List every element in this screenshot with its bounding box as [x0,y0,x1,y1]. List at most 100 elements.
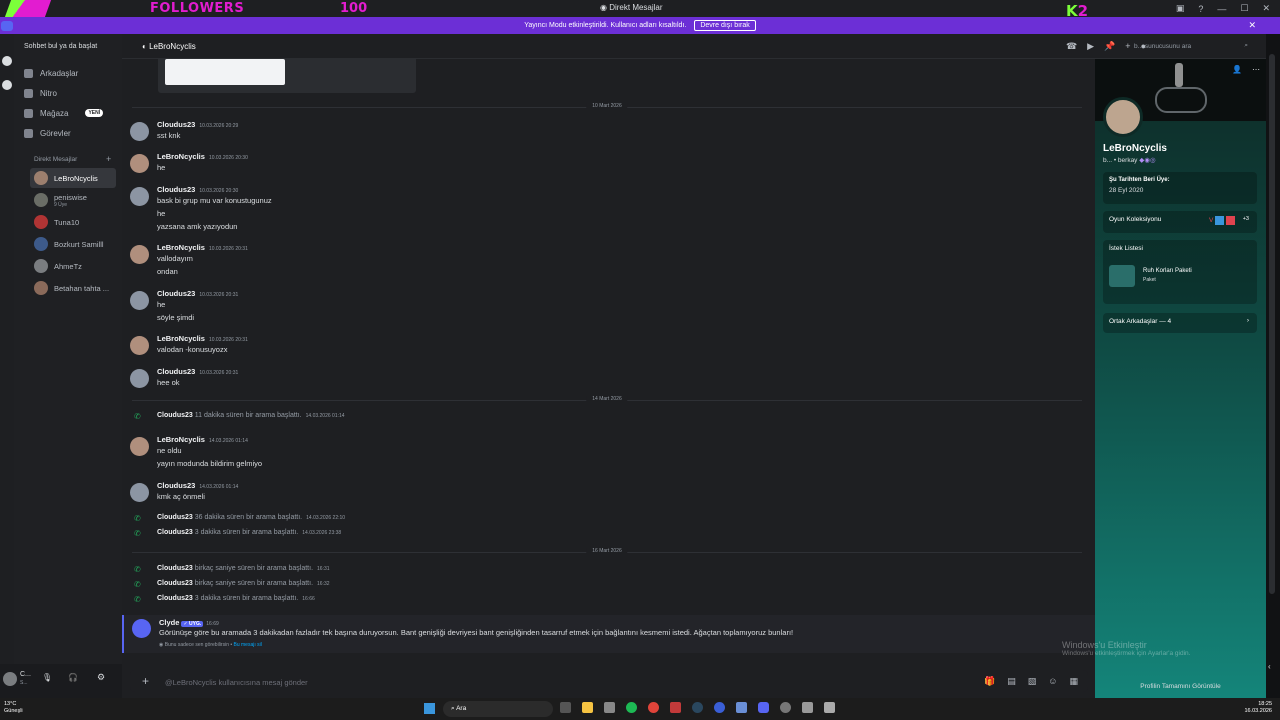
message[interactable]: LeBroNcyclis 10.03.2026 20:30 he [122,152,1082,180]
dm-item-ahmetz[interactable]: AhmeTz [30,256,116,276]
profile-avatar[interactable] [1103,97,1143,137]
windows-start-icon[interactable] [424,703,435,714]
taskbar-search[interactable]: ⌕ Ara [443,701,553,717]
message[interactable]: Cloudus23 10.03.2026 20:31 he söyle şimdi [122,289,1082,323]
app-icon[interactable] [802,702,813,713]
mutual-friends-card[interactable]: Ortak Arkadaşlar — 4 › [1103,313,1257,333]
minimize-button[interactable]: — [1217,4,1226,14]
dm-item-lebroncyclis[interactable]: LeBroNcyclis [30,168,116,188]
video-call-icon[interactable]: ▶ [1087,41,1094,52]
app-icon[interactable] [714,702,725,713]
upload-plus-icon[interactable]: + [142,674,149,688]
gift-icon[interactable]: 🎁 [984,676,995,687]
date-divider-label: 10 Mart 2026 [586,103,628,109]
watermark-title: Windows'u Etkinleştir [1062,640,1147,650]
discord-icon[interactable] [758,702,769,713]
nav-friends[interactable]: Arkadaşlar [20,65,120,81]
banner-text: Yayıncı Modu etkinleştirildi. Kullanıcı … [524,22,687,29]
message[interactable]: LeBroNcyclis 14.03.2026 01:14 ne oldu yayın… [122,435,1082,469]
call-timestamp: 16:66 [302,596,315,602]
call-text: Cloudus23 birkaç saniye süren bir arama … [157,580,330,587]
emoji-icon[interactable]: ☺ [1048,676,1057,687]
message[interactable]: Cloudus23 10.03.2026 20:30 bask bi grup mu… [122,185,1082,233]
apps-icon[interactable]: ▦ [1069,676,1078,687]
search-input[interactable]: b... sunucusunu ara ⌕ [1128,40,1252,54]
more-options-icon[interactable]: ⋯ [1252,65,1260,74]
maximize-button[interactable]: ☐ [1240,3,1248,14]
dismiss-message-link[interactable]: Bu mesajı sil [234,642,262,648]
banner-close-icon[interactable]: ✕ [1248,20,1256,31]
app-icon[interactable] [604,702,615,713]
find-conversation-input[interactable]: Sohbet bul ya da başlat [20,41,118,55]
system-tray[interactable]: 18:25 16.03.2026 [1244,701,1272,715]
clyde-system-message[interactable]: Clyde ✓ UYG. 16:69 Görünüşe göre bu aramad… [122,615,1095,653]
app-icon[interactable] [736,702,747,713]
phone-icon: ✆ [134,595,141,604]
game-collection-card[interactable]: Oyun Koleksiyonu V +3 [1103,211,1257,233]
spotify-icon[interactable] [626,702,637,713]
dm-item-betahan[interactable]: Betahan tahta ... [30,278,116,298]
close-button[interactable]: ✕ [1262,3,1270,14]
wishlist-item-name: Ruh Korları Paketi [1143,268,1192,274]
avatar [130,336,149,355]
scrollbar-thumb[interactable] [1269,54,1275,594]
dm-item-name: peniswise [54,192,87,202]
app-icon[interactable] [670,702,681,713]
disable-streamer-mode-button[interactable]: Devre dışı bırak [694,20,756,31]
message[interactable]: Cloudus23 10.03.2026 20:29 sst knk [122,120,1082,148]
dm-item-bozkurt[interactable]: Bozkurt Samilll [30,234,116,254]
steam-icon[interactable] [692,702,703,713]
add-friend-icon[interactable]: 👤 [1232,65,1242,74]
message[interactable]: Cloudus23 14.03.2026 01:14 kmk aç önmeli [122,481,1082,505]
message-author: Cloudus23 10.03.2026 20:30 [157,185,238,194]
voice-call-icon[interactable]: ☎ [1066,41,1077,52]
message[interactable]: Cloudus23 10.03.2026 20:31 hee ok [122,367,1082,391]
user-status: S... [20,680,28,686]
view-full-profile-link[interactable]: Profilin Tamamını Görüntüle [1095,683,1266,690]
settings-gear-icon[interactable]: ⚙ [97,672,105,683]
avatar [130,245,149,264]
windows-taskbar: 13°C Güneşli ⌕ Ara 18:25 16.03.2026 [0,698,1280,720]
dm-item-peniswise[interactable]: peniswise 9 Üye [30,190,116,210]
dm-item-tuna10[interactable]: Tuna10 [30,212,116,232]
headphones-icon[interactable]: 🎧 [68,673,78,682]
message-list[interactable]: 10 Mart 2026 Cloudus23 10.03.2026 20:29 ss… [122,59,1095,664]
image-embed[interactable] [158,59,416,93]
call-timestamp: 14.03.2026 01:14 [305,413,345,419]
nav-friends-label: Arkadaşlar [40,68,79,78]
chrome-icon[interactable] [648,702,659,713]
message-timestamp: 10.03.2026 20:31 [199,292,239,298]
person-figure [1175,63,1183,87]
nav-nitro[interactable]: Nitro [20,85,120,101]
help-icon[interactable]: ? [1198,4,1203,14]
right-scroll-rail[interactable]: ‹ [1266,34,1280,698]
message[interactable]: LeBroNcyclis 10.03.2026 20:31 valodan -kon… [122,334,1082,358]
gif-icon[interactable]: ▤ [1007,676,1016,687]
call-author: Cloudus23 [157,580,193,587]
nitro-icon [24,88,33,98]
collapse-arrow-icon[interactable]: ‹ [1268,662,1271,671]
nav-quests[interactable]: Görevler [20,125,120,141]
pinned-messages-icon[interactable]: 📌 [1104,41,1115,52]
discord-home-icon[interactable] [1,21,13,31]
inbox-icon[interactable]: ▣ [1176,3,1185,14]
discover-icon[interactable] [2,80,12,90]
message-input[interactable]: + @LeBroNcyclis kullanıcısına mesaj gönd… [130,670,1088,692]
message[interactable]: LeBroNcyclis 10.03.2026 20:31 vallodayım on… [122,243,1082,277]
task-view-icon[interactable] [560,702,571,713]
settings-icon[interactable] [780,702,791,713]
microphone-icon[interactable]: 🎙 [42,673,52,682]
nav-shop[interactable]: Mağaza YENİ [20,105,120,121]
weather-widget[interactable]: 13°C Güneşli [4,701,23,715]
message-text: ondan [157,267,178,276]
chat-header: ◐ LeBroNcyclis ☎ ▶ 📌 + ● b... sunucusunu… [122,34,1266,59]
create-dm-icon[interactable]: + [106,154,111,164]
file-explorer-icon[interactable] [582,702,593,713]
wishlist-card[interactable]: İstek Listesi Ruh Korları Paketi Paket [1103,240,1257,304]
app-icon[interactable] [824,702,835,713]
profile-username: b... • berkay ◆◉◎ [1103,156,1156,164]
add-server-icon[interactable] [2,56,12,66]
mutual-friends-label: Ortak Arkadaşlar — 4 [1109,318,1172,325]
sticker-icon[interactable]: ▧ [1028,676,1037,687]
avatar[interactable] [3,672,17,686]
